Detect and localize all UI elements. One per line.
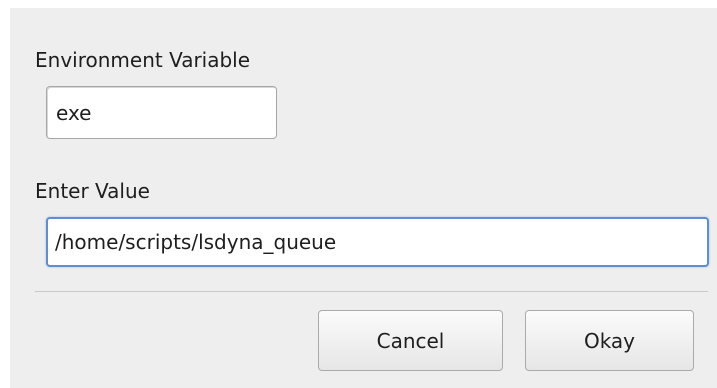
value-input[interactable] (46, 217, 709, 267)
cancel-button[interactable]: Cancel (318, 310, 503, 371)
separator (35, 291, 708, 292)
enter-value-label: Enter Value (35, 179, 150, 203)
environment-variable-input[interactable] (46, 86, 277, 139)
environment-variable-label: Environment Variable (35, 48, 251, 72)
environment-variable-dialog: Environment Variable Enter Value Cancel … (10, 8, 717, 388)
okay-button[interactable]: Okay (525, 310, 694, 371)
